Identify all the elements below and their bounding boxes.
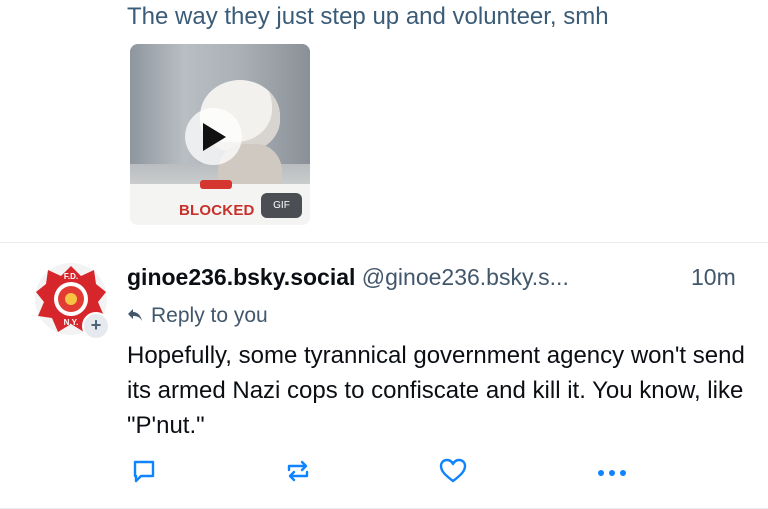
- reply-label: Reply to you: [151, 304, 268, 327]
- post-header: ginoe236.bsky.social @ginoe236.bsky.s...: [127, 264, 569, 291]
- like-icon: [439, 458, 467, 489]
- repost-icon: [284, 458, 312, 489]
- gif-overlay-text: BLOCKED: [179, 202, 255, 219]
- gif-red-button: [200, 180, 232, 189]
- reply-indicator[interactable]: Reply to you: [127, 304, 268, 328]
- gif-embed[interactable]: BLOCKED GIF: [130, 44, 310, 225]
- more-button[interactable]: [597, 458, 627, 488]
- plus-icon[interactable]: +: [82, 312, 110, 340]
- comment-button[interactable]: [129, 458, 159, 488]
- previous-post-text: The way they just step up and volunteer,…: [127, 3, 609, 30]
- post-text: Hopefully, some tyrannical government ag…: [127, 342, 745, 439]
- repost-button[interactable]: [283, 458, 313, 488]
- reply-arrow-icon: [127, 304, 143, 328]
- more-icon: [597, 464, 627, 482]
- gif-badge: GIF: [261, 193, 302, 218]
- avatar-top-text: F.D.: [64, 272, 78, 281]
- comment-icon: [131, 458, 157, 489]
- post-time[interactable]: 10m: [691, 264, 736, 291]
- like-button[interactable]: [438, 458, 468, 488]
- display-name[interactable]: ginoe236.bsky.social: [127, 264, 355, 290]
- handle[interactable]: @ginoe236.bsky.s...: [362, 264, 569, 290]
- post-divider: [0, 242, 768, 243]
- play-icon[interactable]: [185, 108, 242, 165]
- avatar-bottom-text: N.Y.: [64, 318, 79, 327]
